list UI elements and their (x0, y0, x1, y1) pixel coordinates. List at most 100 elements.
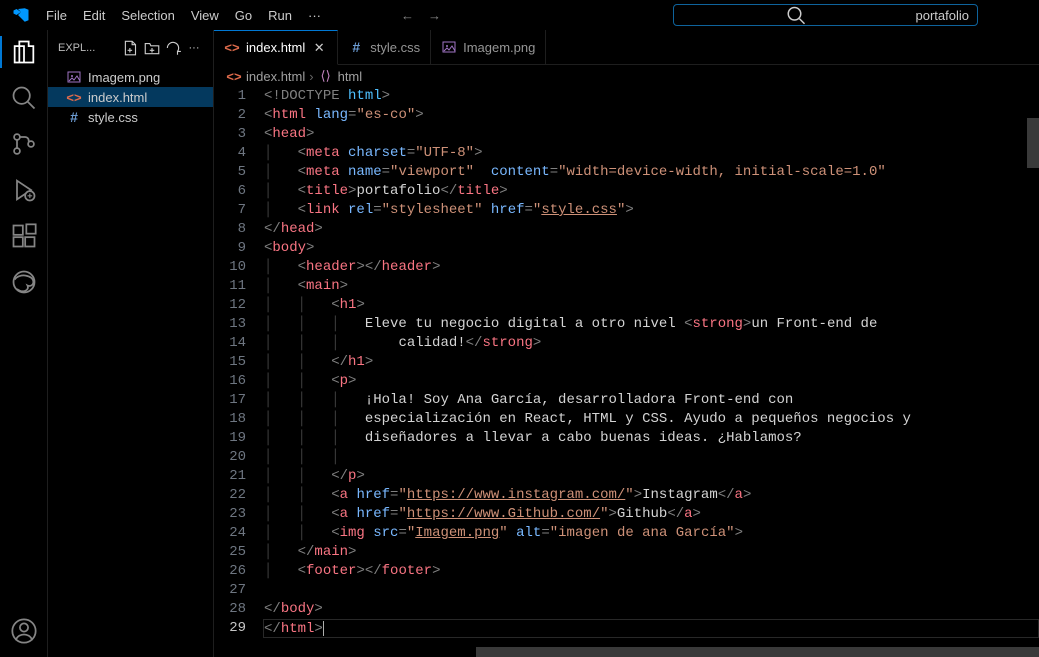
file-item-style-css[interactable]: #style.css (48, 107, 213, 127)
forward-arrow-icon[interactable]: → (428, 8, 441, 23)
code-line[interactable]: │ <title>portafolio</title> (264, 182, 1039, 201)
code-line[interactable]: │ │ <p> (264, 372, 1039, 391)
code-line[interactable]: │ <header></header> (264, 258, 1039, 277)
code-line[interactable]: │ │ │ ¡Hola! Soy Ana García, desarrollad… (264, 391, 1039, 410)
code-line[interactable]: │ <meta name="viewport" content="width=d… (264, 163, 1039, 182)
code-line[interactable]: │ │ <a href="https://www.instagram.com/"… (264, 486, 1039, 505)
accounts-activity-icon[interactable] (10, 617, 38, 645)
code-line[interactable]: </html> (263, 619, 1039, 638)
code-line[interactable]: │ │ </h1> (264, 353, 1039, 372)
line-number: 23 (214, 505, 246, 524)
sidebar: EXPL... ··· Imagem.png <>index.html#style… (48, 30, 214, 657)
new-file-icon[interactable] (122, 39, 140, 57)
line-number: 18 (214, 410, 246, 429)
code-line[interactable]: </head> (264, 220, 1039, 239)
line-number: 25 (214, 543, 246, 562)
search-activity-icon[interactable] (10, 84, 38, 112)
line-number: 27 (214, 581, 246, 600)
file-label: index.html (88, 90, 147, 105)
code-line[interactable]: │ │ │ calidad!</strong> (264, 334, 1039, 353)
hash-icon: # (348, 39, 364, 55)
horizontal-scrollbar[interactable] (476, 647, 1039, 657)
menu-selection[interactable]: Selection (113, 4, 182, 27)
breadcrumb-label[interactable]: html (338, 69, 363, 84)
line-number: 6 (214, 182, 246, 201)
titlebar: FileEditSelectionViewGoRun··· ← → portaf… (0, 0, 1039, 30)
code-line[interactable]: │ │ <h1> (264, 296, 1039, 315)
html-icon: <> (226, 68, 242, 84)
file-list: Imagem.png <>index.html#style.css (48, 65, 213, 129)
line-number: 15 (214, 353, 246, 372)
extensions-activity-icon[interactable] (10, 222, 38, 250)
activity-bar (0, 30, 48, 657)
tab-Imagem-png[interactable]: Imagem.png (431, 30, 546, 64)
editor-area: <>index.html✕#style.cssImagem.png <>inde… (214, 30, 1039, 657)
vscode-logo-icon (12, 6, 30, 24)
navigation-arrows: ← → (401, 8, 441, 23)
menu-view[interactable]: View (183, 4, 227, 27)
code-line[interactable]: │ │ │ especialización en React, HTML y C… (264, 410, 1039, 429)
code-lines[interactable]: <!DOCTYPE html><html lang="es-co"><head>… (264, 87, 1039, 657)
new-folder-icon[interactable] (143, 39, 161, 57)
line-number: 29 (214, 619, 246, 638)
tab-index-html[interactable]: <>index.html✕ (214, 30, 338, 65)
line-number: 22 (214, 486, 246, 505)
sidebar-header: EXPL... ··· (48, 30, 213, 65)
code-line[interactable]: │ <footer></footer> (264, 562, 1039, 581)
menu-run[interactable]: Run (260, 4, 300, 27)
code-line[interactable]: <!DOCTYPE html> (264, 87, 1039, 106)
refresh-icon[interactable] (164, 39, 182, 57)
menu-edit[interactable]: Edit (75, 4, 113, 27)
code-line[interactable]: │ │ <a href="https://www.Github.com/">Gi… (264, 505, 1039, 524)
code-line[interactable]: <html lang="es-co"> (264, 106, 1039, 125)
run-debug-activity-icon[interactable] (10, 176, 38, 204)
code-line[interactable] (264, 581, 1039, 600)
tab-label: index.html (246, 40, 305, 55)
line-number: 21 (214, 467, 246, 486)
line-number: 5 (214, 163, 246, 182)
code-line[interactable]: │ </main> (264, 543, 1039, 562)
tab-label: Imagem.png (463, 40, 535, 55)
breadcrumb-label[interactable]: index.html (246, 69, 305, 84)
breadcrumb[interactable]: <>index.html›⟨⟩html (214, 65, 1039, 87)
back-arrow-icon[interactable]: ← (401, 8, 414, 23)
code-line[interactable]: <head> (264, 125, 1039, 144)
code-line[interactable]: </body> (264, 600, 1039, 619)
line-number: 7 (214, 201, 246, 220)
code-line[interactable]: │ │ │ diseñadores a llevar a cabo buenas… (264, 429, 1039, 448)
line-number: 26 (214, 562, 246, 581)
code-editor[interactable]: 1234567891011121314151617181920212223242… (214, 87, 1039, 657)
file-item-index-html[interactable]: <>index.html (48, 87, 213, 107)
line-number: 8 (214, 220, 246, 239)
source-control-activity-icon[interactable] (10, 130, 38, 158)
edge-browser-activity-icon[interactable] (10, 268, 38, 296)
line-number: 11 (214, 277, 246, 296)
line-number: 2 (214, 106, 246, 125)
code-line[interactable]: │ <main> (264, 277, 1039, 296)
code-line[interactable]: │ │ </p> (264, 467, 1039, 486)
file-label: Imagem.png (88, 70, 160, 85)
menu-file[interactable]: File (38, 4, 75, 27)
code-line[interactable]: <body> (264, 239, 1039, 258)
line-number: 20 (214, 448, 246, 467)
menubar: FileEditSelectionViewGoRun··· (38, 4, 329, 27)
code-line[interactable]: │ <meta charset="UTF-8"> (264, 144, 1039, 163)
menu-go[interactable]: Go (227, 4, 260, 27)
menu-···[interactable]: ··· (300, 4, 329, 27)
explorer-activity-icon[interactable] (10, 38, 38, 66)
search-box[interactable]: portafolio (673, 4, 978, 26)
more-actions-icon[interactable]: ··· (185, 39, 203, 57)
code-line[interactable]: │ │ │ Eleve tu negocio digital a otro ni… (264, 315, 1039, 334)
vertical-scrollbar[interactable] (1027, 118, 1039, 168)
line-number: 14 (214, 334, 246, 353)
code-line[interactable]: │ <link rel="stylesheet" href="style.css… (264, 201, 1039, 220)
file-item-Imagem-png[interactable]: Imagem.png (48, 67, 213, 87)
line-number: 1 (214, 87, 246, 106)
code-line[interactable]: │ │ <img src="Imagem.png" alt="imagen de… (264, 524, 1039, 543)
tab-style-css[interactable]: #style.css (338, 30, 431, 64)
close-icon[interactable]: ✕ (311, 40, 327, 56)
line-number: 10 (214, 258, 246, 277)
line-number: 4 (214, 144, 246, 163)
code-line[interactable]: │ │ │ (264, 448, 1039, 467)
sidebar-title: EXPL... (58, 42, 119, 54)
